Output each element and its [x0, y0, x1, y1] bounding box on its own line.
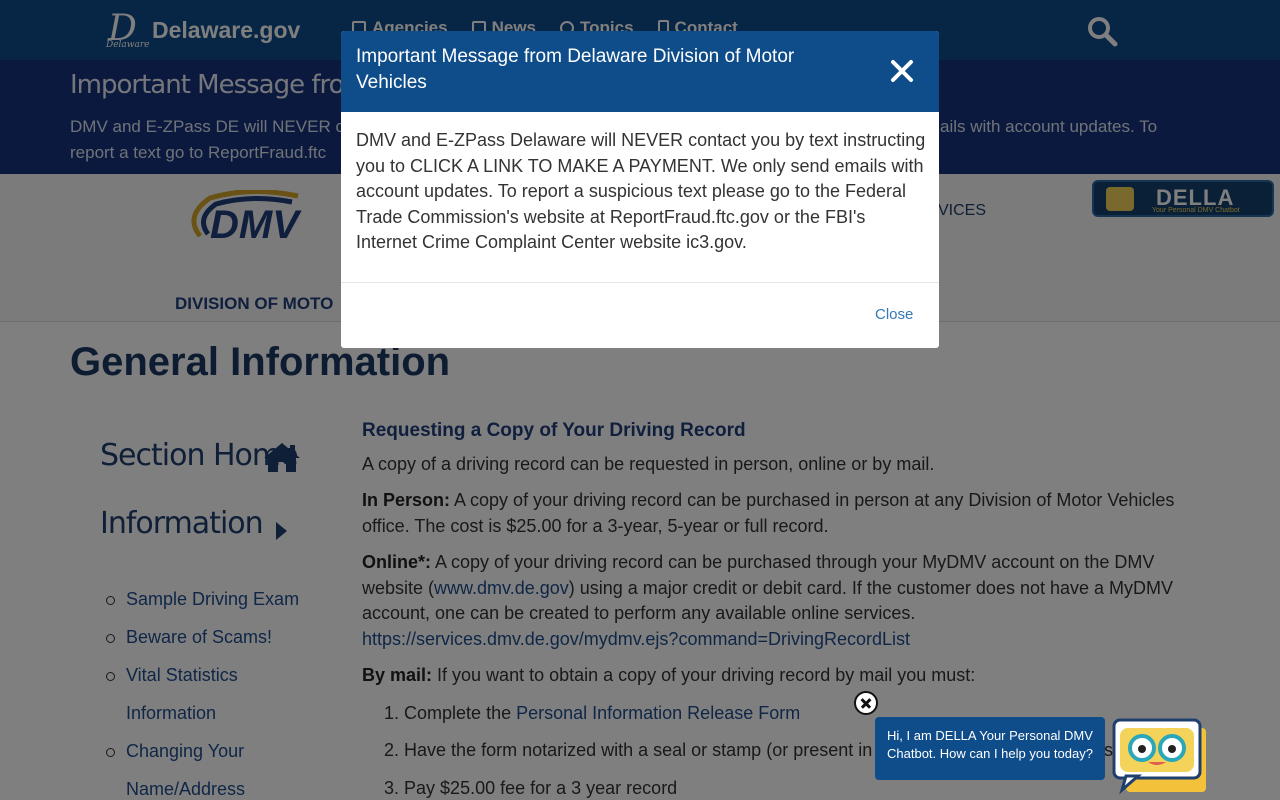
- close-icon[interactable]: [889, 58, 915, 84]
- chat-greeting-bubble[interactable]: Hi, I am DELLA Your Personal DMV Chatbot…: [875, 717, 1105, 780]
- modal-footer-divider: [341, 282, 939, 283]
- modal-header: Important Message from Delaware Division…: [341, 31, 939, 112]
- modal-body: DMV and E-ZPass Delaware will NEVER cont…: [356, 130, 926, 252]
- modal-title: Important Message from Delaware Division…: [356, 46, 795, 93]
- chat-dismiss-button[interactable]: [854, 691, 878, 715]
- important-message-modal: Important Message from Delaware Division…: [341, 31, 939, 348]
- modal-close-button[interactable]: Close: [875, 306, 913, 323]
- della-chatbot-avatar[interactable]: [1112, 718, 1208, 796]
